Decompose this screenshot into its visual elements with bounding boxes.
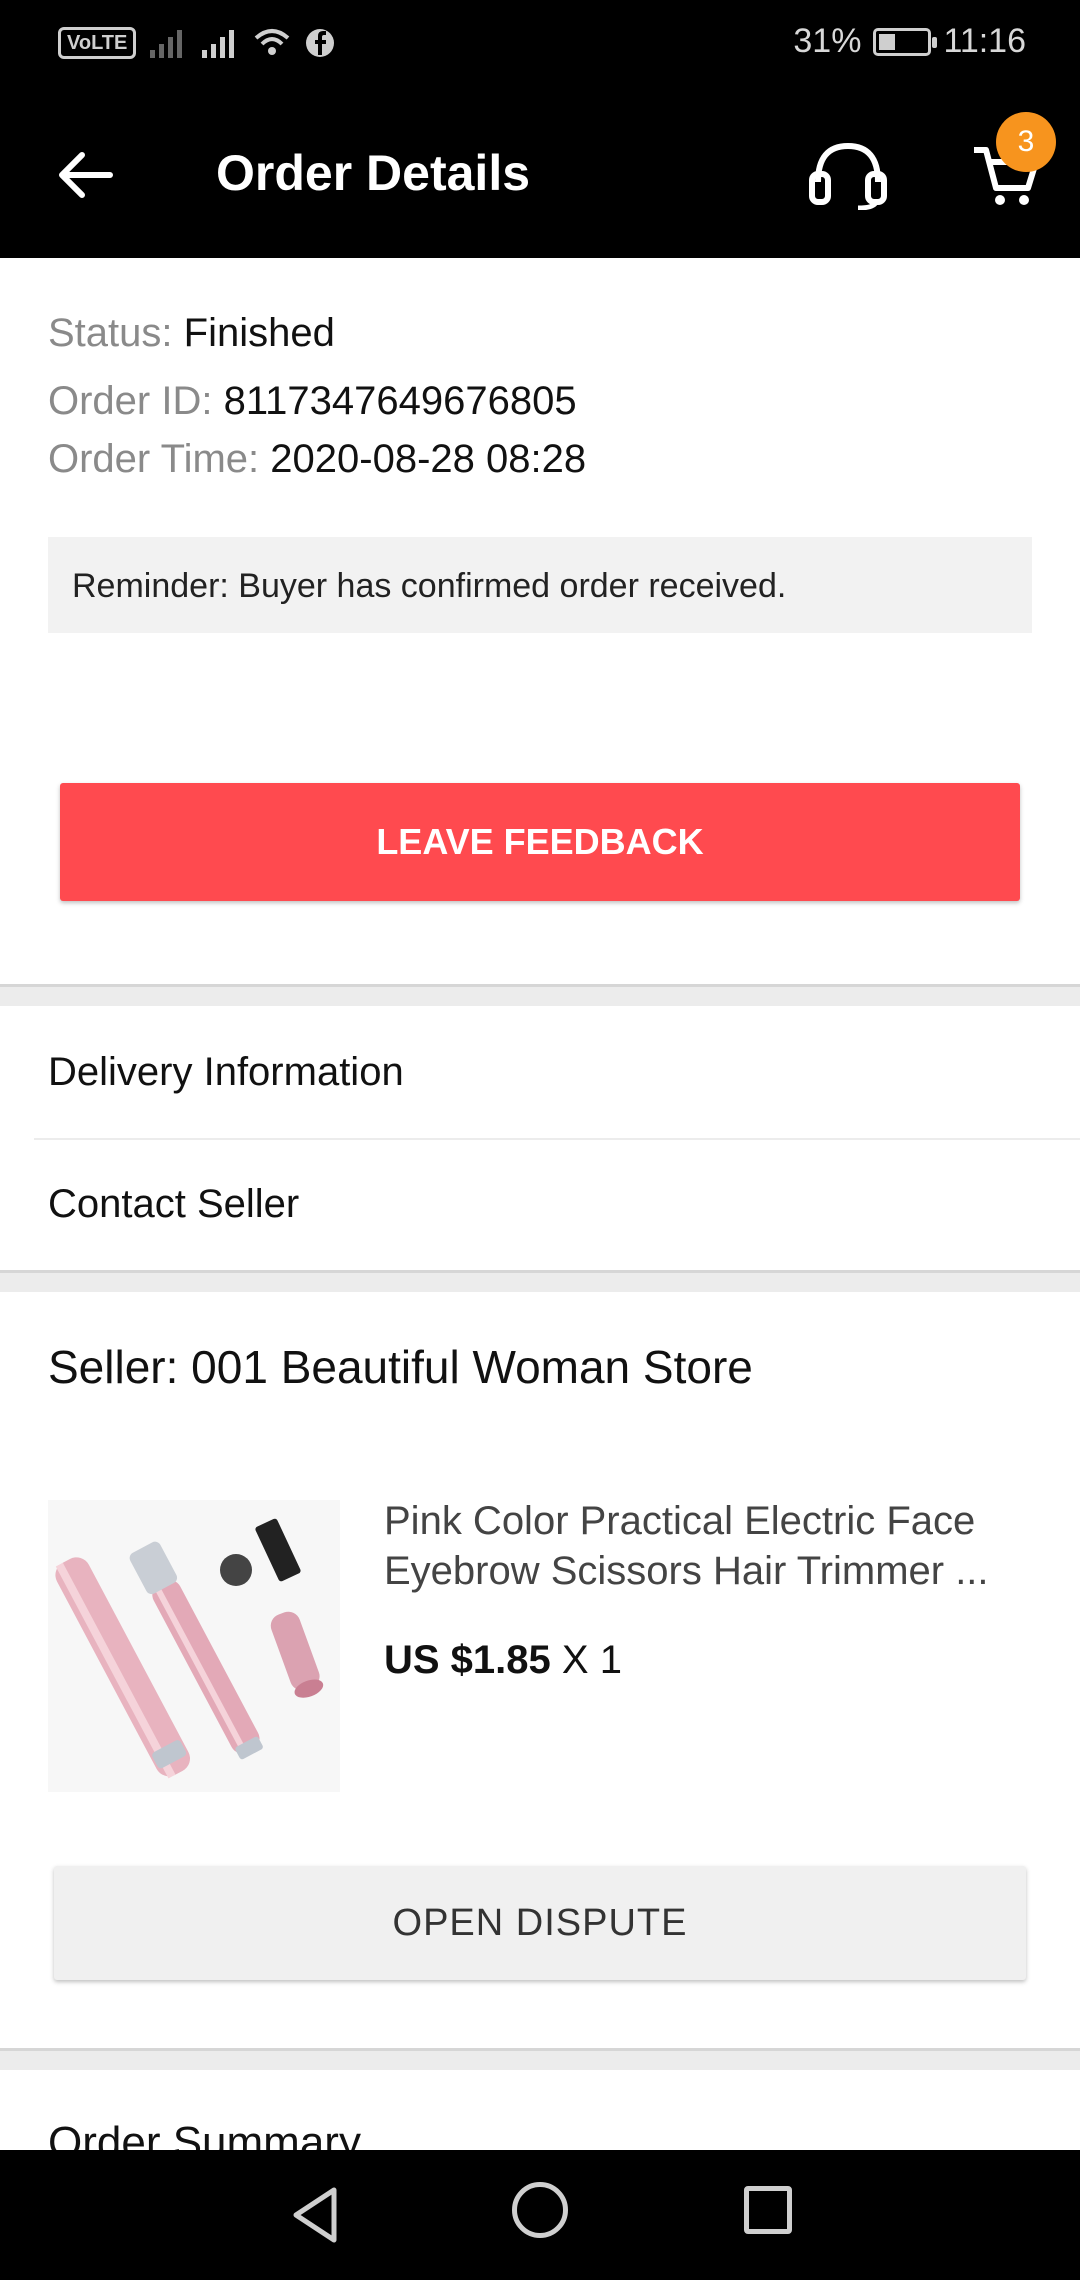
- page-title: Order Details: [216, 145, 531, 201]
- signal-icon-2: [202, 30, 235, 58]
- clock: 11:16: [943, 22, 1026, 60]
- reminder-note: Reminder: Buyer has confirmed order rece…: [48, 537, 1032, 633]
- signal-icon: [150, 30, 183, 58]
- battery-icon: [873, 27, 938, 56]
- status-row: Status: Finished: [48, 304, 1032, 362]
- product-quantity: X 1: [561, 1638, 622, 1682]
- app-bar: Order Details 3: [0, 90, 1080, 258]
- order-time-label: Order Time:: [48, 437, 260, 481]
- headset-icon[interactable]: [808, 140, 888, 210]
- status-label: Status:: [48, 311, 173, 355]
- product-title[interactable]: Pink Color Practical Electric Face Eyebr…: [384, 1496, 1034, 1596]
- leave-feedback-button[interactable]: LEAVE FEEDBACK: [60, 783, 1020, 901]
- status-icons-right: 31% 11:16: [793, 22, 1026, 61]
- volte-badge: VoLTE: [58, 27, 137, 59]
- section-separator: [0, 984, 1080, 1006]
- section-separator: [0, 1270, 1080, 1292]
- nav-home-icon[interactable]: [512, 2182, 568, 2238]
- cart-count-badge: 3: [996, 112, 1056, 172]
- delivery-information-link[interactable]: Delivery Information: [48, 1050, 1080, 1095]
- product-price: US $1.85: [384, 1638, 551, 1682]
- order-time-value: 2020-08-28 08:28: [270, 437, 587, 481]
- product-price-row: US $1.85 X 1: [384, 1638, 622, 1683]
- order-id-row: Order ID: 8117347649676805: [48, 372, 1032, 430]
- order-id-value: 8117347649676805: [223, 379, 577, 423]
- nav-recent-apps-icon[interactable]: [744, 2186, 792, 2234]
- seller-name[interactable]: Seller: 001 Beautiful Woman Store: [48, 1340, 753, 1394]
- contact-seller-link[interactable]: Contact Seller: [48, 1182, 1080, 1227]
- open-dispute-button[interactable]: OPEN DISPUTE: [54, 1866, 1026, 1980]
- order-id-label: Order ID:: [48, 379, 213, 423]
- wifi-icon: [255, 29, 290, 55]
- status-value: Finished: [183, 311, 335, 355]
- system-nav-bar: [0, 2150, 1080, 2280]
- status-bar: VoLTE 31% 11:16: [0, 0, 1080, 90]
- order-time-row: Order Time: 2020-08-28 08:28: [48, 430, 1032, 488]
- battery-percent: 31%: [793, 22, 862, 60]
- product-image[interactable]: [48, 1500, 340, 1792]
- order-summary-heading: Order Summary: [48, 2118, 361, 2150]
- status-icons-left: VoLTE: [58, 26, 336, 60]
- section-separator: [0, 2048, 1080, 2070]
- back-arrow-icon[interactable]: [50, 140, 120, 210]
- divider: [34, 1138, 1080, 1140]
- order-info: Status: Finished Order ID: 8117347649676…: [48, 304, 1032, 488]
- facebook-icon: [306, 29, 335, 57]
- nav-back-icon[interactable]: [286, 2184, 348, 2246]
